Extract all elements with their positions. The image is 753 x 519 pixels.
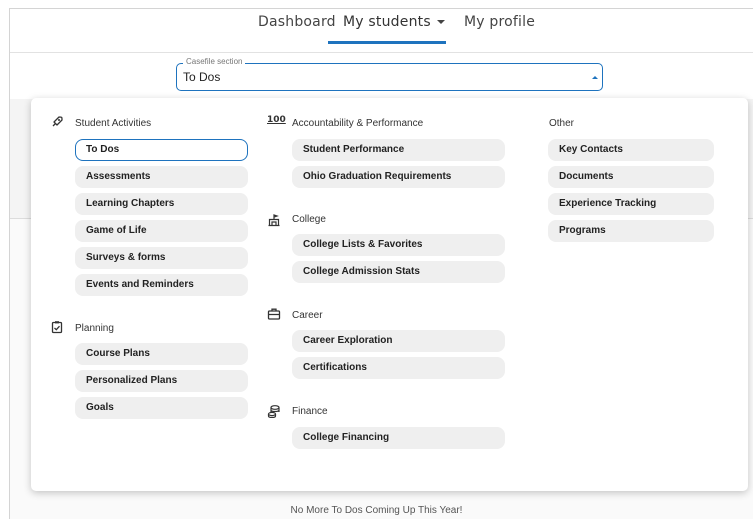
section-title-career: Career bbox=[292, 310, 323, 321]
menu-item-key-contacts[interactable]: Key Contacts bbox=[548, 139, 714, 161]
college-building-icon bbox=[268, 214, 280, 227]
menu-item-game-of-life[interactable]: Game of Life bbox=[75, 220, 248, 242]
caret-down-icon bbox=[436, 20, 445, 24]
menu-item-goals[interactable]: Goals bbox=[75, 397, 248, 419]
casefile-section-label: Casefile section bbox=[183, 57, 246, 66]
empty-state-message: No More To Dos Coming Up This Year! bbox=[290, 505, 463, 516]
menu-item-career-exploration[interactable]: Career Exploration bbox=[292, 330, 505, 352]
nav-my-profile[interactable]: My profile bbox=[464, 14, 535, 30]
rocket-icon bbox=[52, 116, 63, 127]
menu-item-certifications[interactable]: Certifications bbox=[292, 357, 505, 379]
section-title-college: College bbox=[292, 214, 326, 225]
clipboard-check-icon bbox=[51, 321, 63, 334]
menu-item-events-reminders[interactable]: Events and Reminders bbox=[75, 274, 248, 296]
menu-item-student-performance[interactable]: Student Performance bbox=[292, 139, 505, 161]
menu-item-surveys-forms[interactable]: Surveys & forms bbox=[75, 247, 248, 269]
menu-item-to-dos[interactable]: To Dos bbox=[75, 139, 248, 161]
casefile-section-value: To Dos bbox=[183, 70, 221, 84]
nav-dashboard[interactable]: Dashboard bbox=[258, 14, 336, 30]
section-title-planning: Planning bbox=[75, 323, 114, 334]
nav-my-students-label: My students bbox=[343, 14, 431, 30]
menu-item-documents[interactable]: Documents bbox=[548, 166, 714, 188]
menu-item-experience-tracking[interactable]: Experience Tracking bbox=[548, 193, 714, 215]
coins-icon bbox=[267, 405, 280, 418]
active-tab-indicator bbox=[328, 41, 446, 44]
menu-item-college-financing[interactable]: College Financing bbox=[292, 427, 505, 449]
menu-item-course-plans[interactable]: Course Plans bbox=[75, 343, 248, 365]
score-100-icon: 100 bbox=[267, 115, 286, 125]
select-arrow-icon[interactable] bbox=[592, 76, 598, 79]
section-title-finance: Finance bbox=[292, 406, 328, 417]
nav-my-students[interactable]: My students bbox=[343, 14, 445, 30]
menu-item-ohio-graduation-requirements[interactable]: Ohio Graduation Requirements bbox=[292, 166, 505, 188]
menu-item-personalized-plans[interactable]: Personalized Plans bbox=[75, 370, 248, 392]
section-title-other: Other bbox=[549, 118, 575, 129]
menu-item-college-lists-favorites[interactable]: College Lists & Favorites bbox=[292, 234, 505, 256]
briefcase-icon bbox=[267, 308, 281, 320]
section-title-accountability: Accountability & Performance bbox=[292, 118, 424, 129]
menu-item-assessments[interactable]: Assessments bbox=[75, 166, 248, 188]
section-title-student-activities: Student Activities bbox=[75, 118, 152, 129]
menu-item-college-admission-stats[interactable]: College Admission Stats bbox=[292, 261, 505, 283]
casefile-section-select[interactable] bbox=[176, 63, 603, 91]
menu-item-learning-chapters[interactable]: Learning Chapters bbox=[75, 193, 248, 215]
menu-item-programs[interactable]: Programs bbox=[548, 220, 714, 242]
